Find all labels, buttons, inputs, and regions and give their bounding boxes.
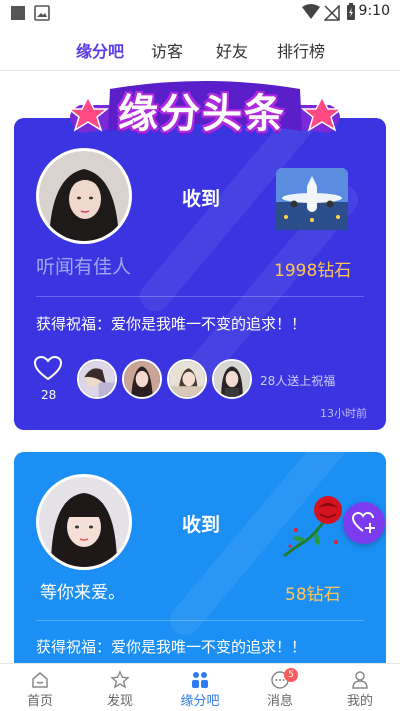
unread-badge: 5 bbox=[284, 668, 298, 682]
card-divider bbox=[36, 620, 364, 621]
headline-banner: 缘分头条 bbox=[40, 75, 370, 137]
gallery-icon bbox=[34, 5, 50, 21]
gift-value: 58钻石 bbox=[285, 585, 341, 605]
battery-icon bbox=[347, 3, 355, 20]
heart-plus-icon bbox=[352, 512, 375, 533]
nav-label: 我的 bbox=[346, 694, 373, 709]
heart-icon[interactable] bbox=[34, 356, 62, 382]
tab-friends[interactable]: 好友 bbox=[216, 38, 248, 62]
timestamp: 13小时前 bbox=[320, 407, 367, 420]
bottom-nav: 首页 发现 缘分吧 5 消息 我的 bbox=[0, 663, 400, 711]
people-icon bbox=[192, 672, 208, 688]
avatar-photo bbox=[39, 151, 129, 241]
home-icon bbox=[32, 672, 48, 688]
banner-title: 缘分头条 bbox=[118, 91, 286, 137]
gift-value: 1998钻石 bbox=[274, 261, 352, 281]
rose-icon bbox=[283, 496, 342, 558]
tab-divider bbox=[0, 70, 400, 71]
nav-home[interactable]: 首页 bbox=[0, 664, 80, 711]
send-blessing-button[interactable] bbox=[343, 502, 385, 544]
status-bar: 9:10 bbox=[0, 0, 400, 24]
nickname: 听闻有佳人 bbox=[36, 256, 132, 278]
nickname: 等你来爱。 bbox=[40, 583, 125, 603]
top-tab-bar: 缘分吧 访客 好友 排行榜 bbox=[0, 28, 400, 70]
nav-label: 首页 bbox=[26, 694, 53, 709]
user-avatar[interactable] bbox=[36, 148, 132, 244]
user-icon bbox=[352, 671, 368, 689]
blessing-text: 获得祝福：爱你是我唯一不变的追求！！ bbox=[36, 315, 307, 333]
nav-label: 发现 bbox=[106, 694, 133, 709]
nav-label: 消息 bbox=[266, 694, 293, 709]
nav-discover[interactable]: 发现 bbox=[80, 664, 160, 711]
nav-me[interactable]: 我的 bbox=[320, 664, 400, 711]
nav-yuanfenba[interactable]: 缘分吧 bbox=[160, 664, 240, 711]
sender-avatar[interactable] bbox=[77, 359, 117, 399]
screen: 9:10 缘分吧 访客 好友 排行榜 收到 听闻有佳人 1998钻石 获得祝福：… bbox=[0, 0, 400, 711]
nav-messages[interactable]: 5 消息 bbox=[240, 664, 320, 711]
received-label: 收到 bbox=[182, 514, 221, 536]
tab-ranking[interactable]: 排行榜 bbox=[277, 38, 325, 62]
sender-avatar[interactable] bbox=[212, 359, 252, 399]
tab-visitors[interactable]: 访客 bbox=[151, 38, 183, 62]
like-count: 28 bbox=[41, 388, 57, 402]
fate-card[interactable]: 收到 等你来爱。 58钻石 获得祝福：爱你是我唯一不变的追求！！ bbox=[14, 452, 386, 682]
tab-yuanfenba[interactable]: 缘分吧 bbox=[76, 38, 124, 62]
card-divider bbox=[36, 296, 364, 297]
blessing-text: 获得祝福：爱你是我唯一不变的追求！！ bbox=[36, 638, 307, 656]
no-signal-icon bbox=[324, 5, 340, 21]
notification-square-icon bbox=[11, 6, 25, 20]
star-icon bbox=[110, 670, 130, 689]
airplane-icon bbox=[276, 168, 348, 230]
avatar-photo bbox=[39, 477, 129, 567]
user-avatar[interactable] bbox=[36, 474, 132, 570]
blessing-count-text: 28人送上祝福 bbox=[260, 374, 336, 388]
clock: 9:10 bbox=[358, 3, 390, 19]
nav-label: 缘分吧 bbox=[180, 694, 220, 709]
wifi-icon bbox=[302, 4, 320, 19]
sender-avatar[interactable] bbox=[167, 359, 207, 399]
sender-avatar[interactable] bbox=[122, 359, 162, 399]
received-label: 收到 bbox=[182, 188, 221, 210]
fate-card[interactable]: 收到 听闻有佳人 1998钻石 获得祝福：爱你是我唯一不变的追求！！ 28 28… bbox=[14, 118, 386, 430]
